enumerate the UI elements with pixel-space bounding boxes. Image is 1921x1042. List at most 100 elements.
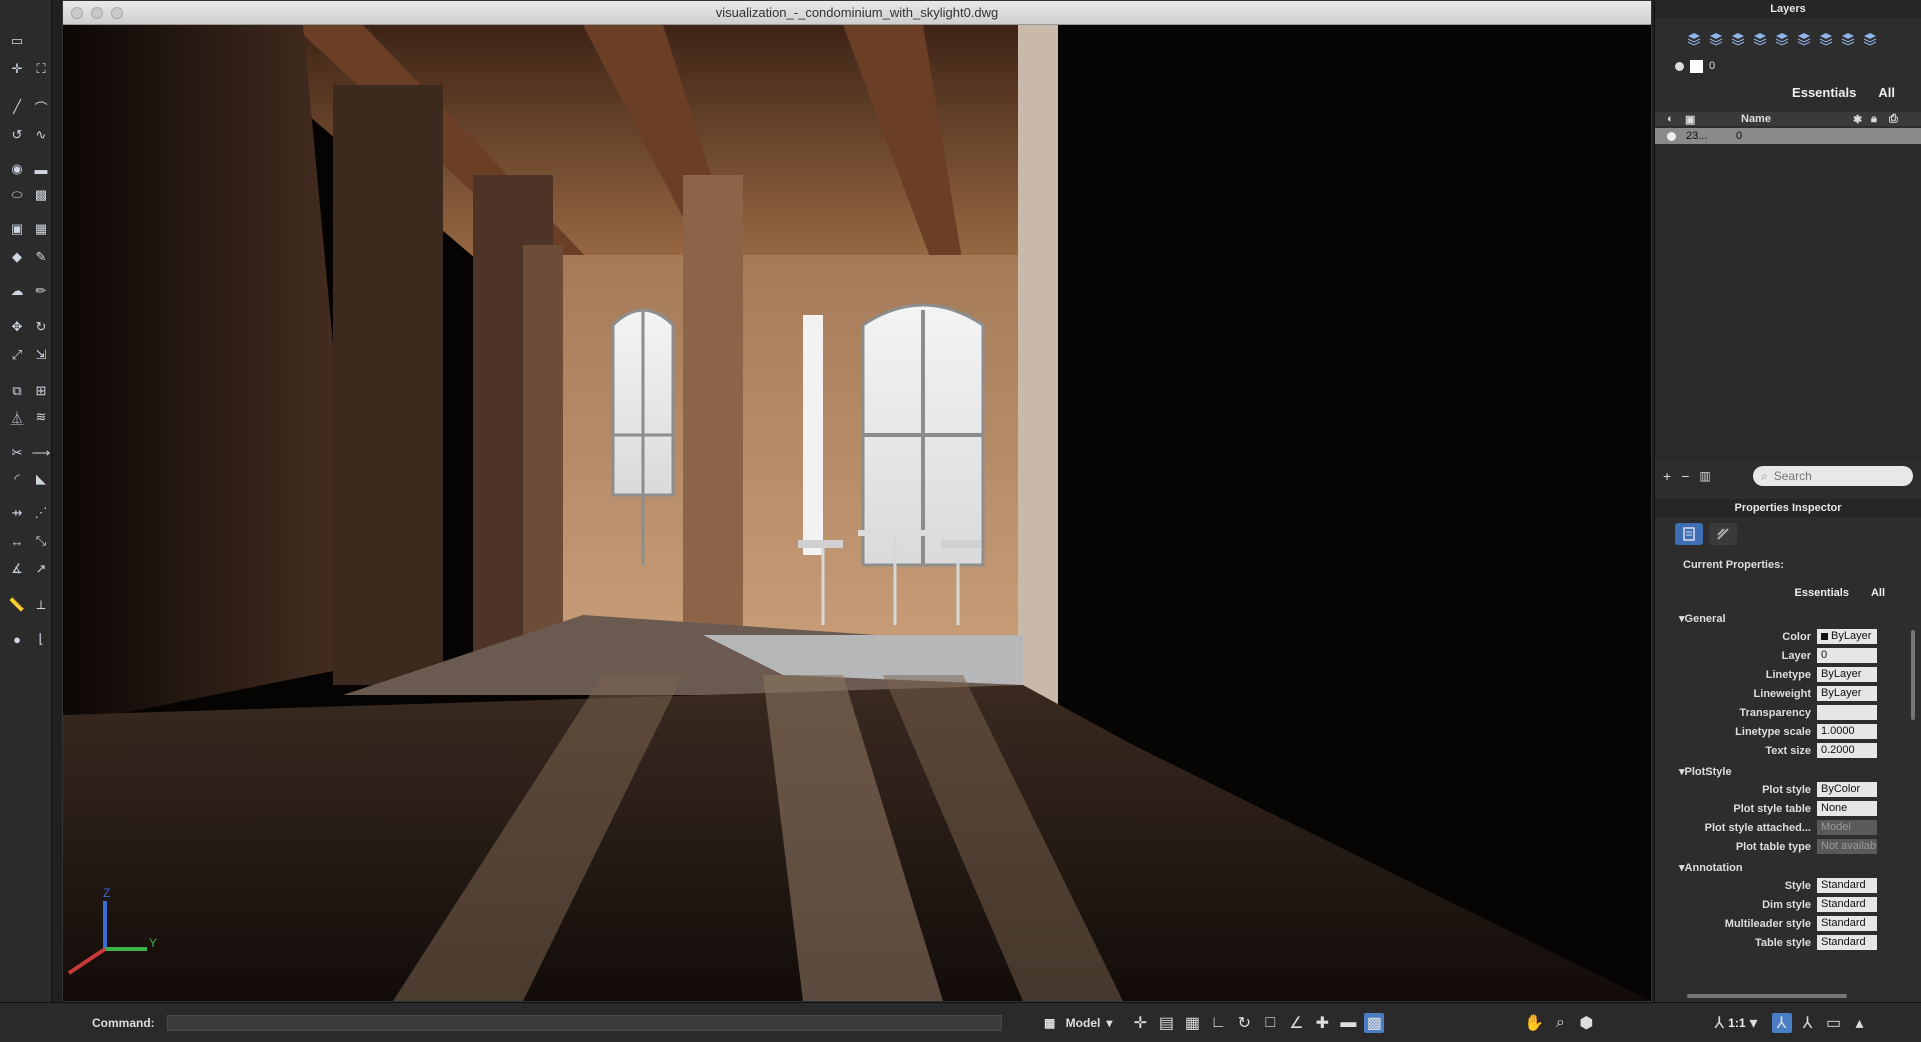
snap-icon[interactable]: ✛ [1130, 1013, 1150, 1033]
rectangle-icon[interactable]: ▬ [30, 158, 52, 180]
transparency-toggle-icon[interactable]: ▩ [1364, 1012, 1385, 1033]
block-icon[interactable]: ▣ [6, 218, 28, 240]
hatch-icon[interactable]: ▩ [30, 184, 52, 206]
set-current-icon[interactable] [1751, 30, 1769, 48]
isolate-icon[interactable] [1773, 30, 1791, 48]
grid-display-icon[interactable]: ▤ [1156, 1013, 1176, 1033]
trim-icon[interactable]: ✂ [6, 442, 28, 464]
extend-icon[interactable]: ⟶ [30, 442, 52, 464]
copy-icon[interactable]: ⧉ [6, 380, 28, 402]
multi-select-icon[interactable]: ⛶ [30, 58, 52, 80]
arc-icon[interactable]: ↺ [6, 124, 28, 146]
properties-vertical-scrollbar[interactable] [1911, 630, 1915, 720]
add-layer-button[interactable]: + [1663, 468, 1671, 484]
new-layer-vp-icon[interactable] [1707, 30, 1725, 48]
property-value-field[interactable]: Standard [1817, 897, 1877, 912]
model-layout-tab[interactable]: ▦ Model ▾ [1040, 1013, 1112, 1033]
property-value-field[interactable]: ByLayer [1817, 667, 1877, 682]
distance-icon[interactable]: ⟂ [30, 594, 52, 616]
delete-layer-icon[interactable] [1729, 30, 1747, 48]
property-value-field[interactable]: 0 [1817, 648, 1877, 663]
dim-linear-icon[interactable]: ↔ [6, 530, 28, 552]
tab-properties-essentials[interactable]: Essentials [1795, 587, 1849, 599]
property-value-field[interactable]: Standard [1817, 878, 1877, 893]
property-value-field[interactable]: Standard [1817, 916, 1877, 931]
stretch-icon[interactable]: ⇲ [30, 344, 52, 366]
command-line-input[interactable] [166, 1014, 1002, 1031]
property-value-field[interactable]: 1.0000 [1817, 724, 1877, 739]
array-icon[interactable]: ⊞ [30, 380, 52, 402]
property-value-field[interactable]: Standard [1817, 935, 1877, 950]
property-value-field[interactable] [1817, 705, 1877, 720]
layout-grid-icon[interactable]: ▦ [1040, 1013, 1060, 1033]
expand-chevron-icon[interactable]: ▴ [1850, 1013, 1870, 1033]
property-value-field[interactable]: ByColor [1817, 782, 1877, 797]
table-icon[interactable]: ▦ [30, 218, 52, 240]
chamfer-icon[interactable]: ◣ [30, 468, 52, 490]
snap-tracking-icon[interactable]: ∠ [1286, 1013, 1306, 1033]
pan-icon[interactable]: ✋ [1524, 1013, 1544, 1033]
current-layer-row[interactable]: 0 [1655, 54, 1921, 78]
lineweight-icon[interactable]: ▬ [1338, 1013, 1358, 1033]
circle-icon[interactable]: ◉ [6, 158, 28, 180]
leader-icon[interactable]: ↗ [30, 558, 52, 580]
layer-settings-button[interactable]: ▥ [1699, 469, 1710, 483]
match-layer-icon[interactable] [1861, 30, 1879, 48]
selection-icon[interactable]: ▭ [6, 30, 28, 52]
annotation-scale[interactable]: ⅄ 1:1 ▾ [1714, 1013, 1757, 1033]
property-value-field[interactable]: ByLayer [1817, 629, 1877, 644]
object-properties-button[interactable] [1675, 523, 1703, 545]
polyline-icon[interactable]: ⌒ [30, 96, 52, 118]
spline-icon[interactable]: ∿ [30, 124, 52, 146]
rotate-icon[interactable]: ↻ [30, 316, 52, 338]
property-value-field[interactable]: 0.2000 [1817, 743, 1877, 758]
move-icon[interactable]: ✥ [6, 316, 28, 338]
mirror-icon[interactable]: ⏅ [6, 406, 28, 428]
render-icon[interactable]: ● [6, 628, 28, 650]
section-plotstyle[interactable]: ▾PlotStyle [1655, 764, 1921, 780]
section-annotation[interactable]: ▾Annotation [1655, 860, 1921, 876]
dynamic-ucs-icon[interactable]: ✚ [1312, 1013, 1332, 1033]
cloud-icon[interactable]: ☁ [6, 280, 28, 302]
remove-layer-button[interactable]: − [1681, 468, 1689, 484]
attribute-icon[interactable]: ✎ [30, 246, 52, 268]
workspace-icon[interactable]: ▭ [1824, 1013, 1844, 1033]
break-icon[interactable]: ⋰ [30, 502, 52, 524]
layer-search-input[interactable] [1773, 469, 1894, 483]
viewcube-icon[interactable]: ⬢ [1576, 1013, 1596, 1033]
measure-icon[interactable]: 📏 [6, 594, 28, 616]
properties-horizontal-scrollbar[interactable] [1687, 994, 1847, 998]
lock-column-icon[interactable]: 🔒︎ [1871, 113, 1889, 126]
object-snap-icon[interactable]: □ [1260, 1013, 1280, 1033]
layer-row-visible-icon[interactable] [1667, 131, 1676, 141]
layer-visible-icon[interactable] [1675, 61, 1684, 71]
tab-properties-all[interactable]: All [1871, 587, 1885, 599]
unisolate-icon[interactable] [1795, 30, 1813, 48]
offset-icon[interactable]: ≋ [30, 406, 52, 428]
count-column-icon[interactable]: ▣ [1685, 113, 1741, 126]
quick-properties-button[interactable] [1709, 523, 1737, 545]
line-icon[interactable]: ╱ [6, 96, 28, 118]
title-bar[interactable]: visualization_-_condominium_with_skyligh… [63, 1, 1651, 25]
grid-snap-icon[interactable]: ▦ [1182, 1013, 1202, 1033]
ellipse-icon[interactable]: ⬭ [6, 184, 28, 206]
layer-search-box[interactable]: ⌕ [1753, 466, 1913, 486]
point-icon[interactable]: ✛ [6, 58, 28, 80]
tab-layers-essentials[interactable]: Essentials [1792, 85, 1856, 100]
property-value-field[interactable]: ByLayer [1817, 686, 1877, 701]
scale-icon[interactable]: ⤢ [6, 344, 28, 366]
ucs-icon[interactable]: ⌊ [30, 628, 52, 650]
ortho-icon[interactable]: ∟ [1208, 1013, 1228, 1033]
join-icon[interactable]: ⇸ [6, 502, 28, 524]
polar-tracking-icon[interactable]: ↻ [1234, 1013, 1254, 1033]
drawing-viewport[interactable]: Z Y [63, 25, 1651, 1001]
tab-layers-all[interactable]: All [1878, 85, 1895, 100]
lock-icon[interactable] [1839, 30, 1857, 48]
name-column-header[interactable]: Name [1741, 113, 1853, 125]
chevron-down-icon[interactable]: ▾ [1106, 1016, 1112, 1030]
tag-icon[interactable]: ◆ [6, 246, 28, 268]
annotation-visibility-icon[interactable]: ⅄ [1771, 1012, 1792, 1033]
dim-angular-icon[interactable]: ∡ [6, 558, 28, 580]
model-label[interactable]: Model [1066, 1016, 1101, 1030]
section-general[interactable]: ▾General [1655, 611, 1921, 627]
